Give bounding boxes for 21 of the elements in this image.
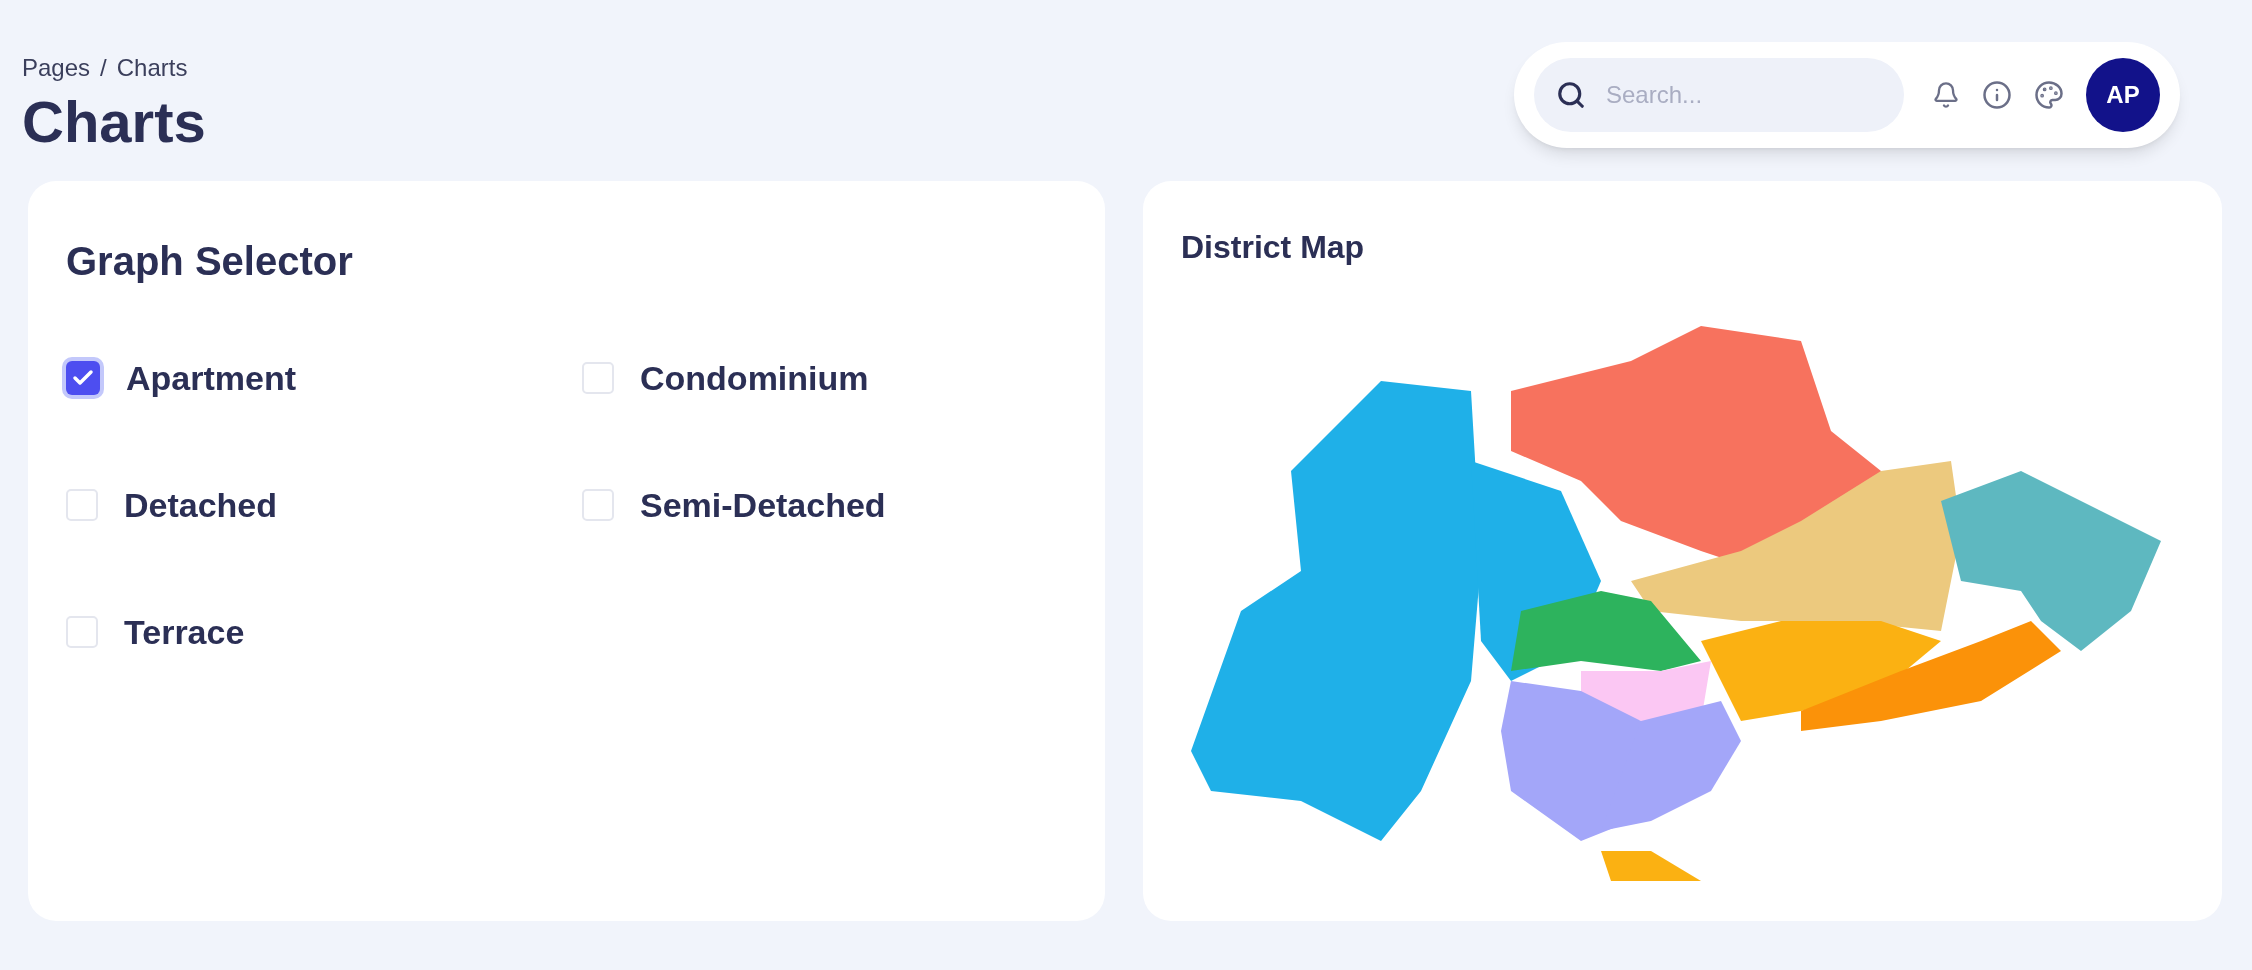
breadcrumb-item[interactable]: Pages xyxy=(22,50,91,86)
checkbox-label: Detached xyxy=(124,484,278,526)
card-title: District Map xyxy=(1181,227,1366,267)
breadcrumb-item: Charts xyxy=(116,53,188,83)
checkbox-label: Condominium xyxy=(640,357,869,399)
checkbox-label: Terrace xyxy=(124,611,245,653)
user-avatar[interactable]: AP xyxy=(2086,58,2160,132)
search-icon xyxy=(1556,80,1586,110)
breadcrumb-separator: / xyxy=(100,53,107,83)
checkbox[interactable] xyxy=(66,489,98,521)
info-icon[interactable] xyxy=(1982,80,2012,110)
page-title: Charts xyxy=(22,88,206,156)
palette-icon[interactable] xyxy=(2034,80,2064,110)
checkbox[interactable] xyxy=(582,489,614,521)
checkbox[interactable] xyxy=(66,616,98,648)
checkbox-label: Apartment xyxy=(126,357,297,399)
notification-bell-icon[interactable] xyxy=(1932,81,1960,109)
checkbox[interactable] xyxy=(582,362,614,394)
checkbox-label: Semi-Detached xyxy=(640,484,886,526)
search-field[interactable]: Search... xyxy=(1534,58,1904,132)
card-title: Graph Selector xyxy=(66,237,354,285)
